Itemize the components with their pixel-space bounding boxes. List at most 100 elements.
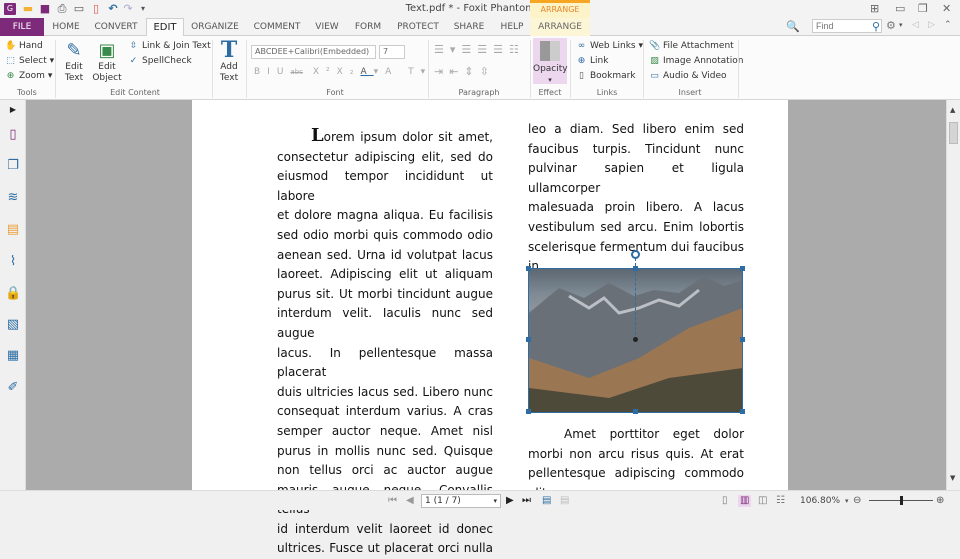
group-label-tools: Tools bbox=[17, 88, 37, 97]
scroll-down-icon[interactable]: ▼ bbox=[950, 474, 955, 482]
pages-panel-icon[interactable]: ❐ bbox=[5, 158, 21, 174]
restore-icon[interactable]: ❐ bbox=[918, 2, 928, 15]
settings-dropdown-icon[interactable]: ▾ bbox=[899, 21, 903, 29]
scroll-up-icon[interactable]: ▲ bbox=[950, 106, 955, 114]
next-view-icon[interactable]: ▤ bbox=[560, 495, 569, 507]
tab-organize[interactable]: ORGANIZE bbox=[188, 18, 242, 36]
context-tab-group-label: ARRANGE bbox=[530, 0, 590, 18]
text-line: faucibus turpis. Tincidunt nunc bbox=[528, 141, 744, 156]
resize-handle-ne[interactable] bbox=[740, 266, 745, 271]
minimize-icon[interactable]: ▭ bbox=[895, 2, 905, 15]
edit-object-button[interactable]: ▣ Edit Object bbox=[90, 40, 124, 84]
web-links-button[interactable]: ∞ Web Links ▾ bbox=[576, 40, 643, 52]
tab-help[interactable]: HELP bbox=[498, 18, 526, 36]
paragraph-spacing-buttons[interactable]: ⇥⇤⇕⇳ bbox=[434, 66, 495, 78]
zoom-out-icon[interactable]: ⊖ bbox=[853, 495, 861, 507]
opacity-button[interactable]: Opacity ▾ bbox=[533, 38, 568, 84]
bookmark-icon: ▯ bbox=[579, 71, 584, 81]
text-line: pulvinar sapien et ligula ullamcorper bbox=[528, 161, 744, 195]
zoom-dropdown-icon[interactable]: ▾ bbox=[845, 495, 849, 507]
resize-handle-w[interactable] bbox=[526, 337, 531, 342]
select-tool[interactable]: ⬚ Select ▾ bbox=[5, 55, 54, 67]
font-style-buttons[interactable]: BIUabc X²X₂A▾A T▾ bbox=[254, 66, 432, 78]
text-line: laoreet. Adipiscing elit ut aliquam bbox=[277, 267, 493, 282]
search-icon[interactable]: ⚲ bbox=[872, 20, 880, 33]
center-point[interactable] bbox=[633, 337, 638, 342]
destinations-panel-icon[interactable]: ✐ bbox=[5, 380, 21, 396]
tab-comment[interactable]: COMMENT bbox=[250, 18, 304, 36]
font-size-select[interactable]: 7 bbox=[379, 45, 405, 59]
zoom-level[interactable]: 106.80% bbox=[800, 495, 840, 507]
continuous-facing-icon[interactable]: ☷ bbox=[776, 495, 785, 507]
text-line: id interdum velit laoreet id donec bbox=[277, 521, 493, 536]
text-line: lacus. In pellentesque massa placerat bbox=[277, 345, 493, 380]
bookmark-button[interactable]: ▯ Bookmark bbox=[576, 70, 636, 82]
zoom-slider-thumb[interactable] bbox=[900, 496, 903, 505]
security-lock-icon[interactable]: 🔒 bbox=[5, 286, 21, 302]
resize-handle-n[interactable] bbox=[633, 266, 638, 271]
tab-edit[interactable]: EDIT bbox=[146, 18, 184, 37]
resize-handle-se[interactable] bbox=[740, 409, 745, 414]
resize-handle-e[interactable] bbox=[740, 337, 745, 342]
zoom-tool[interactable]: ⊕ Zoom ▾ bbox=[5, 70, 53, 82]
resize-handle-sw[interactable] bbox=[526, 409, 531, 414]
layers-panel-icon[interactable]: ≋ bbox=[5, 190, 21, 206]
first-page-icon[interactable]: ⏮ bbox=[388, 495, 397, 507]
window-title: Text.pdf * - Foxit PhantomPDF bbox=[405, 3, 555, 14]
previous-result-icon[interactable]: ◁ bbox=[912, 20, 919, 30]
zoom-in-icon[interactable]: ⊕ bbox=[936, 495, 944, 507]
tab-share[interactable]: SHARE bbox=[452, 18, 486, 36]
text-line: consectetur adipiscing elit, sed do bbox=[277, 149, 493, 164]
previous-view-icon[interactable]: ▤ bbox=[542, 495, 551, 507]
expand-panel-icon[interactable]: ▶ bbox=[5, 102, 21, 118]
text-line: aenean sed. Urna id volutpat lacus bbox=[277, 247, 493, 262]
edit-text-button[interactable]: ✎ Edit Text bbox=[60, 40, 88, 84]
page-number-field[interactable]: 1 (1 / 7) ▾ bbox=[421, 494, 501, 508]
comments-panel-icon[interactable]: ▤ bbox=[5, 222, 21, 238]
settings-gear-icon[interactable]: ⚙ bbox=[886, 19, 896, 32]
add-text-button[interactable]: T Add Text bbox=[216, 38, 242, 84]
tab-arrange[interactable]: ARRANGE bbox=[530, 18, 590, 36]
single-page-icon[interactable]: ▯ bbox=[722, 495, 728, 507]
spellcheck-icon: ✓ bbox=[129, 56, 138, 66]
resize-handle-nw[interactable] bbox=[526, 266, 531, 271]
close-icon[interactable]: ✕ bbox=[942, 2, 951, 15]
tab-protect[interactable]: PROTECT bbox=[394, 18, 442, 36]
audio-video-button[interactable]: ▭ Audio & Video bbox=[649, 70, 726, 82]
hand-tool[interactable]: ✋ Hand bbox=[5, 40, 43, 52]
rotate-handle[interactable] bbox=[631, 250, 640, 259]
image-annotation-button[interactable]: ▨ Image Annotation bbox=[649, 55, 743, 67]
link-button[interactable]: ⊕ Link bbox=[576, 55, 609, 67]
resize-handle-s[interactable] bbox=[633, 409, 638, 414]
next-result-icon[interactable]: ▷ bbox=[928, 20, 935, 30]
tab-home[interactable]: HOME bbox=[48, 18, 84, 36]
vertical-scrollbar[interactable]: ▲ ▼ bbox=[946, 100, 960, 490]
previous-page-icon[interactable]: ◀ bbox=[406, 495, 414, 507]
spellcheck-button[interactable]: ✓ SpellCheck bbox=[128, 55, 192, 67]
bookmarks-panel-icon[interactable]: ▯ bbox=[5, 127, 21, 143]
content-panel-icon[interactable]: ▦ bbox=[5, 348, 21, 364]
text-line: morbi non arcu risus quis. At erat bbox=[528, 446, 744, 461]
paragraph-align-buttons[interactable]: ☰▾☰☰☰☷ bbox=[434, 44, 525, 56]
scrollbar-thumb[interactable] bbox=[949, 122, 958, 144]
tab-convert[interactable]: CONVERT bbox=[90, 18, 142, 36]
continuous-page-icon[interactable]: ▥ bbox=[738, 495, 752, 507]
attachments-panel-icon[interactable]: ⌇ bbox=[5, 254, 21, 270]
link-join-text-button[interactable]: ⇳ Link & Join Text bbox=[128, 40, 211, 52]
ribbon: ✋ Hand ⬚ Select ▾ ⊕ Zoom ▾ Tools ✎ Edit Tex… bbox=[0, 36, 960, 100]
tab-file[interactable]: FILE bbox=[0, 18, 44, 36]
file-attachment-button[interactable]: 📎 File Attachment bbox=[649, 40, 734, 52]
text-line: purus in mollis nunc sed. Quisque bbox=[277, 443, 493, 458]
facing-page-icon[interactable]: ◫ bbox=[758, 495, 767, 507]
next-page-icon[interactable]: ▶ bbox=[506, 495, 514, 507]
collapse-ribbon-icon[interactable]: ⌃ bbox=[944, 20, 952, 30]
signatures-panel-icon[interactable]: ▧ bbox=[5, 317, 21, 333]
find-folder-icon[interactable]: 🔍 bbox=[786, 20, 800, 33]
font-family-select[interactable]: ABCDEE+Calibri(Embedded) bbox=[251, 45, 376, 59]
apps-grid-icon[interactable]: ⊞ bbox=[870, 2, 879, 15]
status-bar: ⏮ ◀ 1 (1 / 7) ▾ ▶ ⏭ ▤ ▤ ▯ ▥ ◫ ☷ 106.80% ▾… bbox=[0, 490, 960, 510]
group-separator bbox=[212, 40, 213, 98]
last-page-icon[interactable]: ⏭ bbox=[522, 495, 531, 507]
tab-view[interactable]: VIEW bbox=[310, 18, 344, 36]
tab-form[interactable]: FORM bbox=[352, 18, 384, 36]
